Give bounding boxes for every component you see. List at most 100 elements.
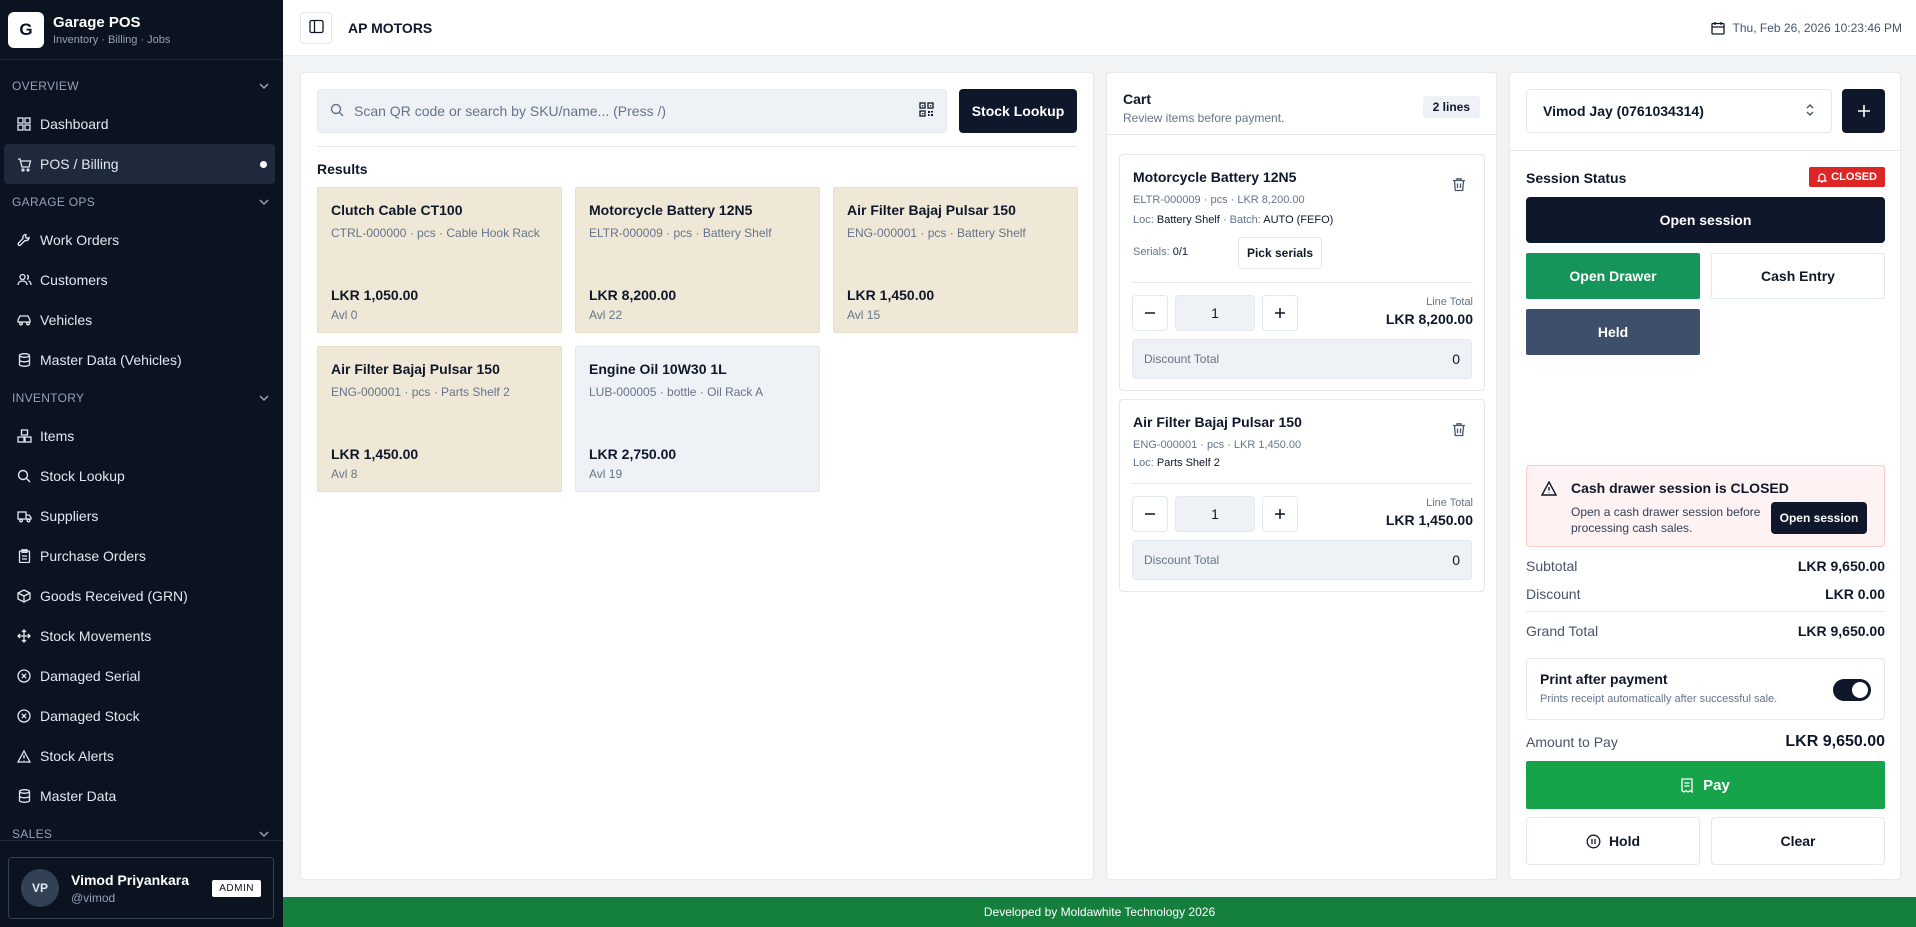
sidebar-item-stock-alerts[interactable]: Stock Alerts [4,736,275,776]
quantity-input[interactable]: 1 [1175,295,1255,331]
section-inventory[interactable]: INVENTORY [0,380,283,416]
product-meta: ENG-000001 · pcs · Battery Shelf [847,226,1026,240]
alert-open-session-button[interactable]: Open session [1771,502,1867,534]
move-icon [16,628,32,644]
sidebar-divider [0,840,283,841]
cart-line: Air Filter Bajaj Pulsar 150 ENG-000001 ·… [1119,399,1485,592]
product-price: LKR 1,050.00 [331,287,419,303]
product-meta: CTRL-000000 · pcs · Cable Hook Rack [331,226,540,240]
divider [317,146,1077,147]
pick-serials-button[interactable]: Pick serials [1238,237,1322,269]
decrement-button[interactable] [1132,295,1168,331]
divider [1526,611,1885,612]
section-sales[interactable]: SALES [0,816,283,850]
sidebar-item-pos-billing[interactable]: POS / Billing [4,144,275,184]
print-toggle[interactable] [1833,679,1871,701]
sidebar-item-vehicles[interactable]: Vehicles [4,300,275,340]
loc-value: Parts Shelf 2 [1156,457,1220,469]
add-customer-button[interactable] [1842,89,1885,133]
customer-select[interactable]: Vimod Jay (0761034314) [1526,89,1832,133]
sidebar-item-customers[interactable]: Customers [4,260,275,300]
product-availability: Avl 19 [589,467,623,481]
discount-value: LKR 0.00 [1825,586,1885,602]
sidebar-item-suppliers[interactable]: Suppliers [4,496,275,536]
cash-entry-button[interactable]: Cash Entry [1711,253,1885,299]
sidebar-item-purchase-orders[interactable]: Purchase Orders [4,536,275,576]
sidebar-item-work-orders[interactable]: Work Orders [4,220,275,260]
product-card[interactable]: Engine Oil 10W30 1L LUB-000005 · bottle … [575,346,820,492]
sidebar-item-label: Purchase Orders [40,548,146,564]
sidebar-item-master-data[interactable]: Master Data [4,776,275,816]
discount-field[interactable]: Discount Total 0 [1132,540,1472,580]
alert-text: Open a cash drawer session before proces… [1571,505,1761,535]
discount-field[interactable]: Discount Total 0 [1132,339,1472,379]
sidebar: G Garage POS Inventory · Billing · Jobs … [0,0,283,927]
product-price: LKR 2,750.00 [589,446,677,462]
search-icon [330,103,344,120]
print-title: Print after payment [1540,671,1668,687]
stock-lookup-button[interactable]: Stock Lookup [959,89,1077,133]
increment-button[interactable] [1262,496,1298,532]
search-icon [16,468,32,484]
sidebar-item-master-data-vehicles[interactable]: Master Data (Vehicles) [4,340,275,380]
product-card[interactable]: Motorcycle Battery 12N5 ELTR-000009 · pc… [575,187,820,333]
line-item-meta: ELTR-000009 · pcs · LKR 8,200.00 [1133,194,1305,206]
sidebar-item-label: Items [40,428,75,444]
product-name: Air Filter Bajaj Pulsar 150 [331,361,500,377]
sidebar-item-dashboard[interactable]: Dashboard [4,104,275,144]
chevron-down-icon [257,195,271,209]
brand[interactable]: G Garage POS Inventory · Billing · Jobs [0,0,283,60]
trash-icon[interactable] [1452,177,1466,195]
search-box[interactable] [317,89,947,133]
sidebar-item-damaged-stock[interactable]: Damaged Stock [4,696,275,736]
divider [1132,282,1472,283]
session-status-text: CLOSED [1831,171,1877,183]
line-total-value: LKR 1,450.00 [1385,512,1473,528]
sidebar-item-label: Customers [40,272,108,288]
product-card[interactable]: Air Filter Bajaj Pulsar 150 ENG-000001 ·… [833,187,1078,333]
brand-logo: G [8,11,44,48]
section-overview[interactable]: OVERVIEW [0,68,283,104]
sidebar-item-goods-received[interactable]: Goods Received (GRN) [4,576,275,616]
car-icon [16,312,32,328]
sidebar-item-stock-lookup[interactable]: Stock Lookup [4,456,275,496]
clipboard-icon [16,548,32,564]
hold-button[interactable]: Hold [1526,817,1700,865]
qr-code-icon[interactable] [919,102,934,120]
sidebar-toggle-button[interactable] [300,11,332,44]
clear-button[interactable]: Clear [1711,817,1885,865]
session-closed-alert: Cash drawer session is CLOSED Open a cas… [1526,465,1885,547]
cart-panel: Cart Review items before payment. 2 line… [1106,72,1497,880]
x-circle-icon [16,668,32,684]
search-input[interactable] [354,103,919,119]
increment-button[interactable] [1262,295,1298,331]
decrement-button[interactable] [1132,496,1168,532]
section-garage-ops[interactable]: GARAGE OPS [0,184,283,220]
pay-button[interactable]: Pay [1526,761,1885,809]
receipt-icon [1681,777,1693,793]
trash-icon[interactable] [1452,422,1466,440]
product-card[interactable]: Air Filter Bajaj Pulsar 150 ENG-000001 ·… [317,346,562,492]
discount-label: Discount Total [1144,352,1220,366]
sidebar-nav: OVERVIEW Dashboard POS / Billing GARAGE … [0,60,283,850]
sidebar-item-label: Suppliers [40,508,99,524]
sidebar-item-stock-movements[interactable]: Stock Movements [4,616,275,656]
open-session-button[interactable]: Open session [1526,197,1885,243]
sidebar-item-items[interactable]: Items [4,416,275,456]
cart-line: Motorcycle Battery 12N5 ELTR-000009 · pc… [1119,154,1485,391]
sidebar-item-damaged-serial[interactable]: Damaged Serial [4,656,275,696]
subtotal-label: Subtotal [1526,558,1578,574]
active-indicator [260,160,267,168]
sidebar-item-label: Master Data [40,788,117,804]
held-button[interactable]: Held [1526,309,1700,355]
batch-value: AUTO (FEFO) [1263,214,1334,226]
loc-label: Loc: [1133,214,1157,226]
amount-value: LKR 9,650.00 [1785,733,1885,750]
chevron-down-icon [257,827,271,841]
quantity-input[interactable]: 1 [1175,496,1255,532]
loc-value: Battery Shelf [1156,214,1220,226]
user-card[interactable]: VP Vimod Priyankara @vimod ADMIN [8,857,274,919]
open-drawer-button[interactable]: Open Drawer [1526,253,1700,299]
discount-row: Discount LKR 0.00 [1526,586,1885,602]
product-card[interactable]: Clutch Cable CT100 CTRL-000000 · pcs · C… [317,187,562,333]
